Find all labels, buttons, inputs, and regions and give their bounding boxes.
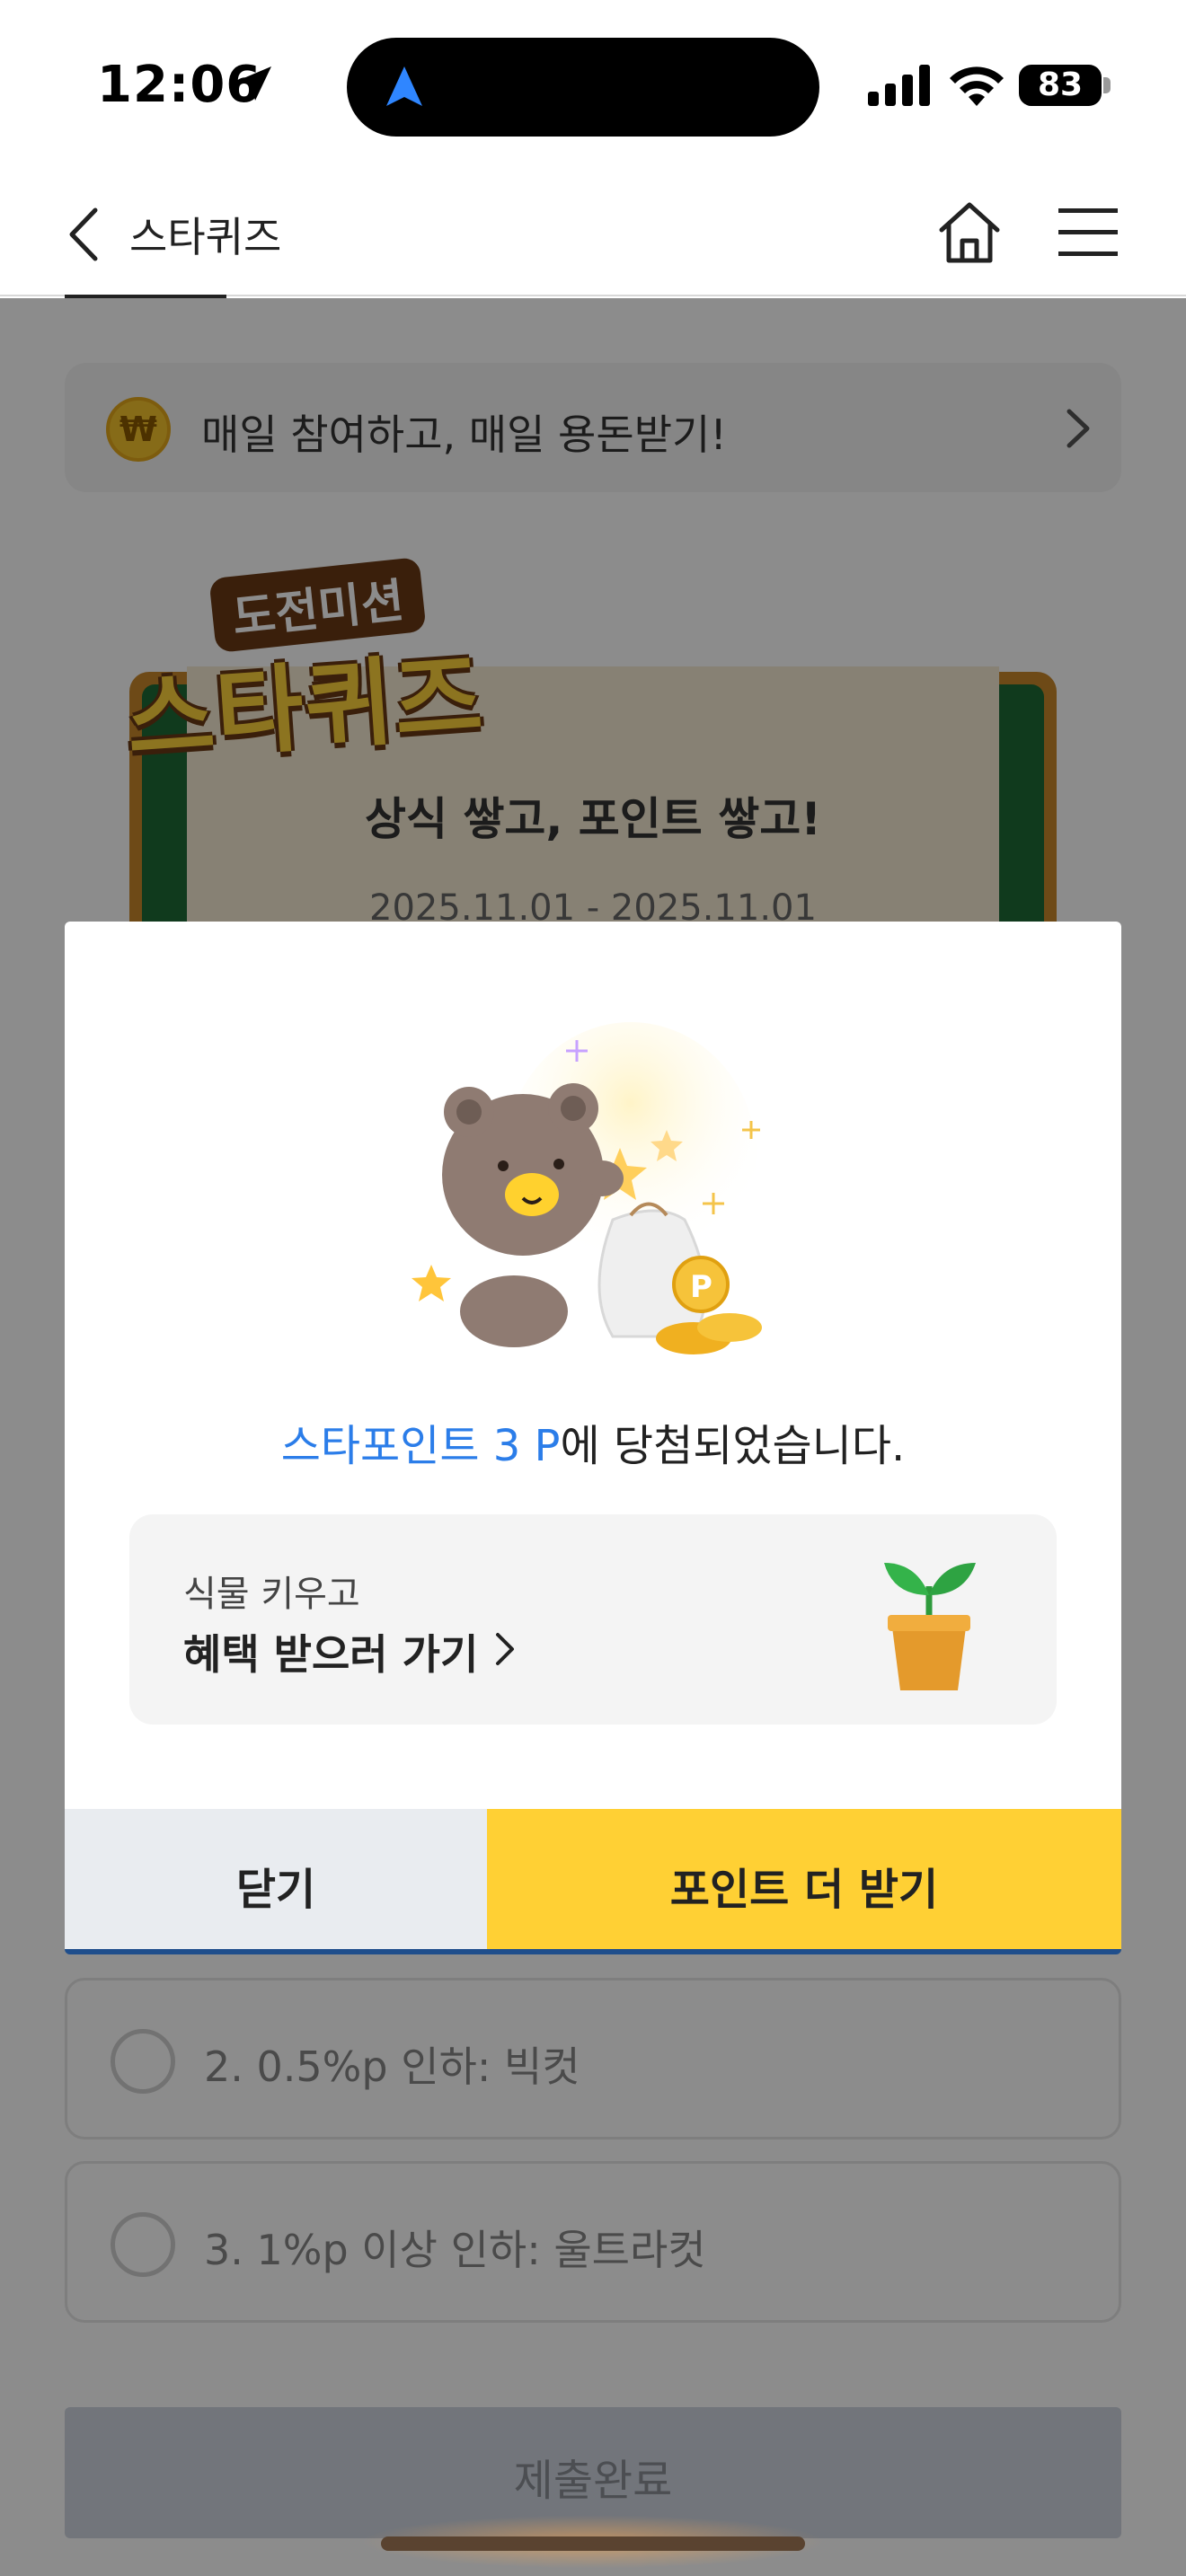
back-chevron-icon[interactable] (61, 203, 106, 266)
location-arrow-icon (237, 66, 271, 101)
potted-plant-icon (884, 1563, 976, 1690)
home-icon[interactable] (934, 198, 1005, 268)
win-message-rest: 에 당첨되었습니다. (560, 1421, 906, 1471)
battery-icon: 83 (1019, 65, 1102, 106)
status-bar: 12:06 83 (0, 0, 1186, 171)
wifi-icon (950, 66, 1004, 106)
navigation-arrow-icon (386, 66, 422, 106)
win-message: 스타포인트 3 P에 당첨되었습니다. (65, 1410, 1121, 1473)
close-button[interactable]: 닫기 (65, 1809, 487, 1949)
benefit-caption: 식물 키우고 (183, 1574, 360, 1615)
get-more-points-label: 포인트 더 받기 (669, 1865, 939, 1915)
signal-icon (868, 65, 930, 106)
page-title: 스타퀴즈 (129, 213, 282, 261)
plant-benefit-card[interactable]: 식물 키우고 혜택 받으러 가기 (129, 1514, 1057, 1725)
home-indicator[interactable] (381, 2536, 805, 2551)
nav-bar: 스타퀴즈 (0, 171, 1186, 296)
chevron-right-icon (496, 1633, 514, 1665)
battery-tip (1103, 77, 1111, 93)
win-amount: 스타포인트 3 P (280, 1421, 561, 1471)
hamburger-menu-icon[interactable] (1057, 203, 1120, 260)
get-more-points-button[interactable]: 포인트 더 받기 (487, 1809, 1121, 1949)
battery-level: 83 (1037, 66, 1084, 103)
bear-reward-illustration: P (412, 1022, 762, 1354)
dynamic-island (347, 38, 819, 137)
benefit-link-label: 혜택 받으러 가기 (183, 1630, 479, 1679)
close-button-label: 닫기 (235, 1865, 316, 1915)
reward-modal: P 스타포인트 3 P에 당첨되었습니다. 식물 키우고 혜택 받으러 가기 닫… (65, 922, 1121, 1954)
svg-text:P: P (690, 1269, 712, 1305)
page: 12:06 83 스타퀴즈 ₩ 매일 참여하고, 매일 용돈받기! 도전미션 스… (0, 0, 1186, 2576)
